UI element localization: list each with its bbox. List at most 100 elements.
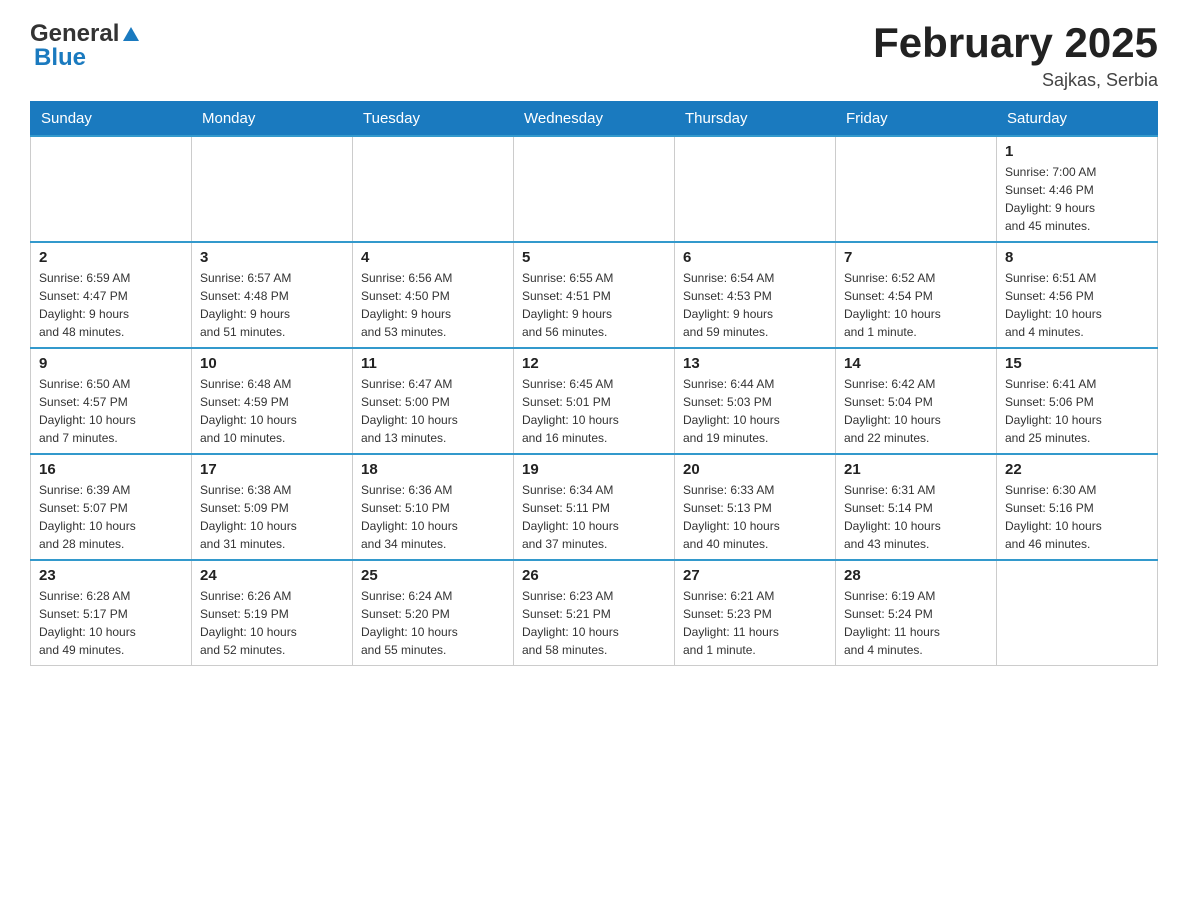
- title-block: February 2025 Sajkas, Serbia: [873, 20, 1158, 91]
- calendar-day-cell: 9 Sunrise: 6:50 AM Sunset: 4:57 PM Daylig…: [31, 348, 192, 454]
- calendar-day-cell: 1Sunrise: 7:00 AM Sunset: 4:46 PM Daylig…: [997, 136, 1158, 242]
- day-number: 16: [39, 461, 183, 478]
- day-info: Sunrise: 6:42 AM Sunset: 5:04 PM Dayligh…: [844, 375, 988, 447]
- calendar-day-cell: 23 Sunrise: 6:28 AM Sunset: 5:17 PM Dayli…: [31, 560, 192, 666]
- day-number: 17: [200, 461, 344, 478]
- day-info: Sunrise: 6:23 AM Sunset: 5:21 PM Dayligh…: [522, 587, 666, 659]
- day-number: 24: [200, 567, 344, 584]
- day-info: Sunrise: 6:56 AM Sunset: 4:50 PM Dayligh…: [361, 269, 505, 341]
- calendar-day-cell: [514, 136, 675, 242]
- day-info: Sunrise: 6:57 AM Sunset: 4:48 PM Dayligh…: [200, 269, 344, 341]
- day-number: 10: [200, 355, 344, 372]
- day-info: Sunrise: 6:44 AM Sunset: 5:03 PM Dayligh…: [683, 375, 827, 447]
- day-number: 6: [683, 249, 827, 266]
- day-header-wednesday: Wednesday: [514, 102, 675, 137]
- day-number: 28: [844, 567, 988, 584]
- calendar-day-cell: 26 Sunrise: 6:23 AM Sunset: 5:21 PM Dayli…: [514, 560, 675, 666]
- day-info: Sunrise: 6:31 AM Sunset: 5:14 PM Dayligh…: [844, 481, 988, 553]
- logo-triangle-icon: [121, 25, 141, 45]
- calendar-day-cell: 3 Sunrise: 6:57 AM Sunset: 4:48 PM Daylig…: [192, 242, 353, 348]
- day-info: Sunrise: 6:34 AM Sunset: 5:11 PM Dayligh…: [522, 481, 666, 553]
- calendar-day-cell: 14 Sunrise: 6:42 AM Sunset: 5:04 PM Dayli…: [836, 348, 997, 454]
- day-info: Sunrise: 6:21 AM Sunset: 5:23 PM Dayligh…: [683, 587, 827, 659]
- logo-blue-text: Blue: [34, 44, 86, 72]
- calendar-day-cell: 11Sunrise: 6:47 AM Sunset: 5:00 PM Dayli…: [353, 348, 514, 454]
- calendar-day-cell: 24 Sunrise: 6:26 AM Sunset: 5:19 PM Dayli…: [192, 560, 353, 666]
- day-info: Sunrise: 6:38 AM Sunset: 5:09 PM Dayligh…: [200, 481, 344, 553]
- calendar-day-cell: [675, 136, 836, 242]
- day-number: 23: [39, 567, 183, 584]
- day-number: 19: [522, 461, 666, 478]
- calendar-table: SundayMondayTuesdayWednesdayThursdayFrid…: [30, 101, 1158, 666]
- day-info: Sunrise: 6:50 AM Sunset: 4:57 PM Dayligh…: [39, 375, 183, 447]
- day-info: Sunrise: 6:59 AM Sunset: 4:47 PM Dayligh…: [39, 269, 183, 341]
- calendar-title: February 2025: [873, 20, 1158, 66]
- calendar-day-cell: 28 Sunrise: 6:19 AM Sunset: 5:24 PM Dayli…: [836, 560, 997, 666]
- calendar-day-cell: 6 Sunrise: 6:54 AM Sunset: 4:53 PM Daylig…: [675, 242, 836, 348]
- day-header-friday: Friday: [836, 102, 997, 137]
- calendar-day-cell: 5Sunrise: 6:55 AM Sunset: 4:51 PM Daylig…: [514, 242, 675, 348]
- calendar-subtitle: Sajkas, Serbia: [873, 70, 1158, 91]
- day-info: Sunrise: 6:41 AM Sunset: 5:06 PM Dayligh…: [1005, 375, 1149, 447]
- logo: General Blue: [30, 20, 141, 72]
- day-header-saturday: Saturday: [997, 102, 1158, 137]
- calendar-day-cell: 7 Sunrise: 6:52 AM Sunset: 4:54 PM Daylig…: [836, 242, 997, 348]
- calendar-day-cell: 8 Sunrise: 6:51 AM Sunset: 4:56 PM Daylig…: [997, 242, 1158, 348]
- calendar-day-cell: 10 Sunrise: 6:48 AM Sunset: 4:59 PM Dayli…: [192, 348, 353, 454]
- day-header-tuesday: Tuesday: [353, 102, 514, 137]
- calendar-day-cell: 22 Sunrise: 6:30 AM Sunset: 5:16 PM Dayli…: [997, 454, 1158, 560]
- day-info: Sunrise: 6:24 AM Sunset: 5:20 PM Dayligh…: [361, 587, 505, 659]
- calendar-week-row: 23 Sunrise: 6:28 AM Sunset: 5:17 PM Dayli…: [31, 560, 1158, 666]
- calendar-day-cell: 15 Sunrise: 6:41 AM Sunset: 5:06 PM Dayli…: [997, 348, 1158, 454]
- day-info: Sunrise: 6:52 AM Sunset: 4:54 PM Dayligh…: [844, 269, 988, 341]
- day-number: 14: [844, 355, 988, 372]
- day-info: Sunrise: 6:26 AM Sunset: 5:19 PM Dayligh…: [200, 587, 344, 659]
- day-number: 21: [844, 461, 988, 478]
- day-number: 2: [39, 249, 183, 266]
- day-number: 8: [1005, 249, 1149, 266]
- calendar-header-row: SundayMondayTuesdayWednesdayThursdayFrid…: [31, 102, 1158, 137]
- day-info: Sunrise: 6:30 AM Sunset: 5:16 PM Dayligh…: [1005, 481, 1149, 553]
- day-number: 3: [200, 249, 344, 266]
- day-info: Sunrise: 6:28 AM Sunset: 5:17 PM Dayligh…: [39, 587, 183, 659]
- day-header-monday: Monday: [192, 102, 353, 137]
- day-info: Sunrise: 6:39 AM Sunset: 5:07 PM Dayligh…: [39, 481, 183, 553]
- day-info: Sunrise: 6:54 AM Sunset: 4:53 PM Dayligh…: [683, 269, 827, 341]
- calendar-day-cell: 19 Sunrise: 6:34 AM Sunset: 5:11 PM Dayli…: [514, 454, 675, 560]
- day-number: 13: [683, 355, 827, 372]
- calendar-day-cell: 4 Sunrise: 6:56 AM Sunset: 4:50 PM Daylig…: [353, 242, 514, 348]
- calendar-day-cell: [836, 136, 997, 242]
- calendar-day-cell: [192, 136, 353, 242]
- day-info: Sunrise: 6:33 AM Sunset: 5:13 PM Dayligh…: [683, 481, 827, 553]
- day-info: Sunrise: 6:36 AM Sunset: 5:10 PM Dayligh…: [361, 481, 505, 553]
- day-info: Sunrise: 6:51 AM Sunset: 4:56 PM Dayligh…: [1005, 269, 1149, 341]
- calendar-day-cell: 27 Sunrise: 6:21 AM Sunset: 5:23 PM Dayli…: [675, 560, 836, 666]
- calendar-week-row: 9 Sunrise: 6:50 AM Sunset: 4:57 PM Daylig…: [31, 348, 1158, 454]
- day-info: Sunrise: 7:00 AM Sunset: 4:46 PM Dayligh…: [1005, 163, 1149, 235]
- calendar-day-cell: [997, 560, 1158, 666]
- calendar-day-cell: 25Sunrise: 6:24 AM Sunset: 5:20 PM Dayli…: [353, 560, 514, 666]
- calendar-day-cell: 20Sunrise: 6:33 AM Sunset: 5:13 PM Dayli…: [675, 454, 836, 560]
- day-info: Sunrise: 6:55 AM Sunset: 4:51 PM Dayligh…: [522, 269, 666, 341]
- day-number: 22: [1005, 461, 1149, 478]
- calendar-day-cell: 16 Sunrise: 6:39 AM Sunset: 5:07 PM Dayli…: [31, 454, 192, 560]
- day-number: 9: [39, 355, 183, 372]
- calendar-week-row: 1Sunrise: 7:00 AM Sunset: 4:46 PM Daylig…: [31, 136, 1158, 242]
- calendar-day-cell: [353, 136, 514, 242]
- calendar-day-cell: 13 Sunrise: 6:44 AM Sunset: 5:03 PM Dayli…: [675, 348, 836, 454]
- day-number: 4: [361, 249, 505, 266]
- day-number: 12: [522, 355, 666, 372]
- day-number: 26: [522, 567, 666, 584]
- calendar-week-row: 2 Sunrise: 6:59 AM Sunset: 4:47 PM Daylig…: [31, 242, 1158, 348]
- calendar-day-cell: 17 Sunrise: 6:38 AM Sunset: 5:09 PM Dayli…: [192, 454, 353, 560]
- day-number: 11: [361, 355, 505, 372]
- day-number: 18: [361, 461, 505, 478]
- day-number: 15: [1005, 355, 1149, 372]
- day-number: 7: [844, 249, 988, 266]
- day-number: 27: [683, 567, 827, 584]
- calendar-week-row: 16 Sunrise: 6:39 AM Sunset: 5:07 PM Dayli…: [31, 454, 1158, 560]
- calendar-day-cell: 18 Sunrise: 6:36 AM Sunset: 5:10 PM Dayli…: [353, 454, 514, 560]
- day-info: Sunrise: 6:48 AM Sunset: 4:59 PM Dayligh…: [200, 375, 344, 447]
- calendar-day-cell: 2 Sunrise: 6:59 AM Sunset: 4:47 PM Daylig…: [31, 242, 192, 348]
- day-info: Sunrise: 6:19 AM Sunset: 5:24 PM Dayligh…: [844, 587, 988, 659]
